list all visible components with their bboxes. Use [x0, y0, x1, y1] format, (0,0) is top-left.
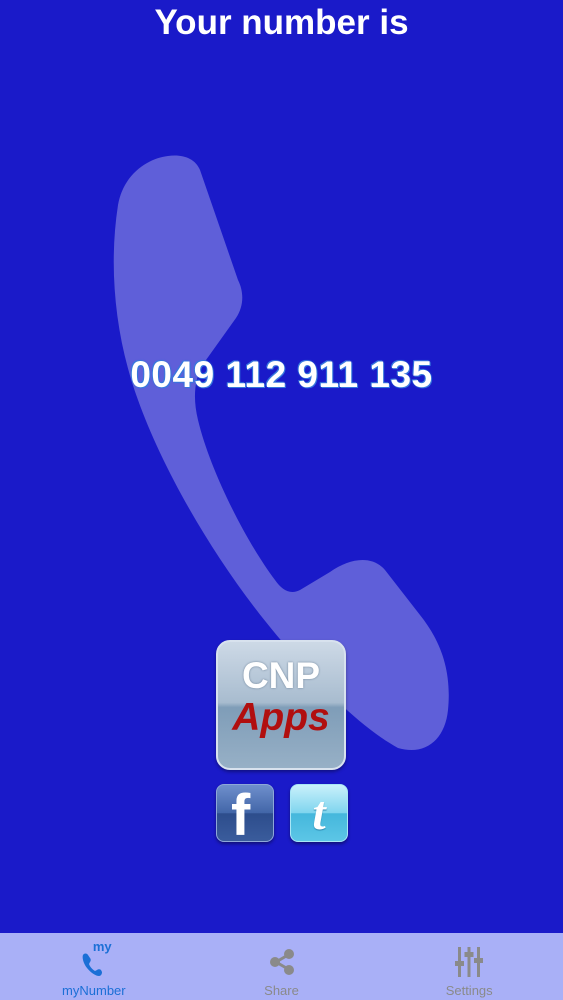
twitter-icon: t: [312, 787, 326, 840]
tab-settings[interactable]: Settings: [375, 933, 563, 1000]
page-title: Your number is: [154, 3, 409, 42]
twitter-button[interactable]: t: [290, 784, 348, 842]
tab-share[interactable]: Share: [188, 933, 376, 1000]
tab-label-settings: Settings: [445, 983, 493, 998]
phone-handset-icon: [113, 155, 449, 751]
tab-mynumber[interactable]: my myNumber: [0, 933, 188, 1000]
cnp-label: CNP: [241, 655, 321, 696]
tab-label-mynumber: myNumber: [62, 983, 126, 998]
cnp-apps-button[interactable]: CNP Apps: [216, 640, 346, 770]
facebook-icon: f: [231, 783, 251, 848]
share-icon: [262, 941, 302, 981]
sliders-icon: [449, 941, 489, 981]
tab-bar: my myNumber Share Settings: [0, 933, 563, 1000]
tab-label-share: Share: [264, 983, 299, 998]
facebook-button[interactable]: f: [216, 784, 274, 847]
phone-number: 0049 112 911 135: [130, 354, 433, 395]
my-phone-icon: my: [74, 939, 114, 981]
apps-label: Apps: [232, 696, 330, 739]
